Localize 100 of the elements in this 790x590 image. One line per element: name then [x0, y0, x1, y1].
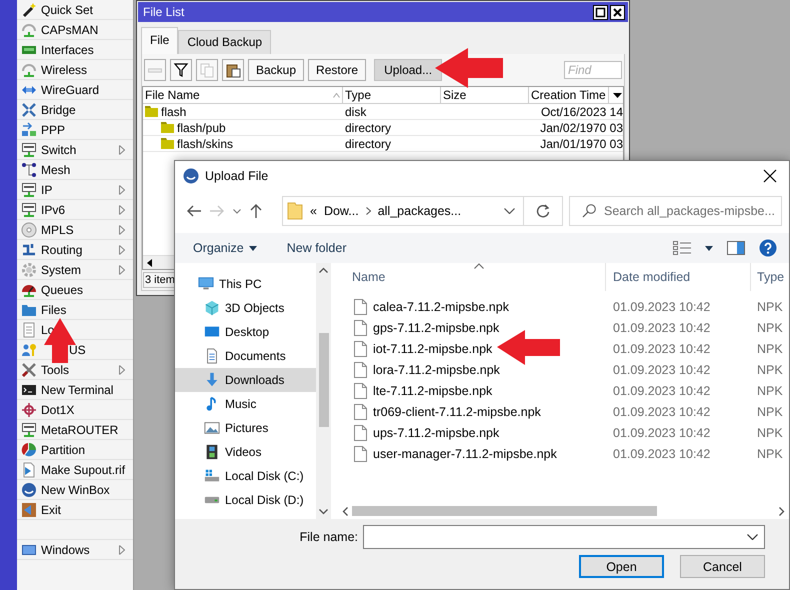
- file-name[interactable]: gps-7.11.2-mipsbe.npk: [373, 320, 500, 334]
- file-name[interactable]: tr069-client-7.11.2-mipsbe.npk: [373, 404, 541, 418]
- menu-item[interactable]: Windows: [17, 540, 133, 560]
- nav-item[interactable]: Local Disk (C:): [175, 464, 316, 488]
- file-name[interactable]: user-manager-7.11.2-mipsbe.npk: [373, 446, 557, 460]
- scroll-thumb[interactable]: [352, 506, 657, 516]
- user-key-icon: [21, 342, 37, 358]
- menu-item[interactable]: MetaROUTER: [17, 420, 133, 440]
- folder-icon: [287, 202, 303, 220]
- menu-item[interactable]: Switch: [17, 140, 133, 160]
- sort-caret-icon: [474, 263, 484, 269]
- file-name: flash/pub: [177, 120, 226, 134]
- file-icon: [354, 320, 367, 336]
- tab[interactable]: File: [141, 27, 178, 54]
- date-text: 01.09.2023 10:42: [612, 300, 712, 314]
- dropdown-chevron-icon[interactable]: [747, 534, 758, 540]
- close-icon[interactable]: [763, 169, 777, 183]
- file-icon: [354, 404, 367, 420]
- table-cell-text: directory: [344, 120, 392, 134]
- file-icon: [354, 382, 367, 398]
- caret-icon[interactable]: [705, 246, 713, 250]
- file-name[interactable]: calea-7.11.2-mipsbe.npk: [373, 300, 509, 314]
- menu-item[interactable]: Bridge: [17, 100, 133, 120]
- menu-item[interactable]: Wireless: [17, 60, 133, 80]
- preview-pane-icon[interactable]: [727, 241, 745, 255]
- dialog-button[interactable]: Cancel: [680, 555, 765, 578]
- nav-item[interactable]: Desktop: [175, 320, 316, 344]
- toolbar-button[interactable]: Upload...: [374, 59, 442, 81]
- menu-item[interactable]: Files: [17, 300, 133, 320]
- close-button[interactable]: [610, 4, 625, 20]
- menu-item[interactable]: Interfaces: [17, 40, 133, 60]
- paste-button[interactable]: [222, 59, 244, 81]
- menu-item[interactable]: Exit: [17, 500, 133, 520]
- refresh-icon[interactable]: [536, 204, 550, 218]
- nav-item[interactable]: 3D Objects: [175, 296, 316, 320]
- up-arrow-icon[interactable]: [250, 204, 262, 218]
- file-icon: [354, 362, 367, 378]
- menu-item[interactable]: New WinBox: [17, 480, 133, 500]
- submenu-arrow-icon: [119, 184, 125, 194]
- date-text: 01.09.2023 10:42: [612, 362, 712, 376]
- toolbar-button[interactable]: New folder: [286, 241, 346, 255]
- submenu-arrow-icon: [119, 544, 125, 554]
- column-header[interactable]: File Name: [143, 87, 343, 103]
- file-name[interactable]: iot-7.11.2-mipsbe.npk: [373, 342, 492, 356]
- help-icon[interactable]: [759, 239, 777, 257]
- menu-item[interactable]: Dot1X: [17, 400, 133, 420]
- find-field[interactable]: Find: [564, 61, 622, 79]
- file-name[interactable]: ups-7.11.2-mipsbe.npk: [373, 426, 500, 440]
- menu-item[interactable]: PPP: [17, 120, 133, 140]
- dropdown-chevron-icon[interactable]: [504, 208, 515, 214]
- dialog-button[interactable]: Open: [579, 555, 664, 578]
- file-name-field[interactable]: [363, 525, 765, 549]
- file-name[interactable]: lte-7.11.2-mipsbe.npk: [373, 384, 492, 398]
- scrollbar[interactable]: [316, 263, 331, 519]
- nav-item[interactable]: Documents: [175, 344, 316, 368]
- path-segment[interactable]: all_packages...: [378, 204, 462, 218]
- scroll-left-icon[interactable]: [342, 506, 348, 516]
- toolbar-button[interactable]: Backup: [248, 59, 304, 81]
- menu-item[interactable]: New Terminal: [17, 380, 133, 400]
- address-bar[interactable]: « Dow... all_packages...: [282, 196, 563, 226]
- nav-item[interactable]: Videos: [175, 440, 316, 464]
- maximize-button[interactable]: [593, 4, 608, 20]
- column-header[interactable]: Type: [343, 87, 441, 103]
- menu-item[interactable]: IPv6: [17, 200, 133, 220]
- column-header[interactable]: Creation Time: [529, 87, 609, 103]
- menu-item[interactable]: Partition: [17, 440, 133, 460]
- nav-item[interactable]: Local Disk (D:): [175, 488, 316, 512]
- toolbar-button[interactable]: Organize: [193, 241, 257, 255]
- menu-item[interactable]: MPLS: [17, 220, 133, 240]
- menu-item[interactable]: Mesh: [17, 160, 133, 180]
- view-list-icon[interactable]: [673, 241, 691, 255]
- menu-item[interactable]: IP: [17, 180, 133, 200]
- file-name[interactable]: lora-7.11.2-mipsbe.npk: [373, 362, 500, 376]
- search-field[interactable]: Search all_packages-mipsbe...: [569, 196, 782, 226]
- path-segment[interactable]: Dow...: [324, 204, 359, 218]
- menu-item[interactable]: CAPsMAN: [17, 20, 133, 40]
- menu-item[interactable]: Routing: [17, 240, 133, 260]
- dropdown-arrow-icon[interactable]: [612, 92, 622, 98]
- nav-item[interactable]: Music: [175, 392, 316, 416]
- scroll-right-icon[interactable]: [779, 506, 785, 516]
- menu-item[interactable]: Queues: [17, 280, 133, 300]
- scroll-up-icon[interactable]: [319, 267, 328, 273]
- scroll-down-icon[interactable]: [319, 509, 328, 515]
- scroll-thumb[interactable]: [318, 333, 328, 427]
- menu-item[interactable]: Quick Set: [17, 0, 133, 20]
- column-header[interactable]: Date modified: [606, 263, 751, 291]
- nav-item[interactable]: This PC: [175, 272, 316, 296]
- menu-item[interactable]: Make Supout.rif: [17, 460, 133, 480]
- column-header[interactable]: Type: [751, 263, 789, 291]
- nav-item[interactable]: Downloads: [175, 368, 316, 392]
- toolbar-button[interactable]: Restore: [308, 59, 366, 81]
- nav-item[interactable]: Pictures: [175, 416, 316, 440]
- menu-item[interactable]: WireGuard: [17, 80, 133, 100]
- filter-button[interactable]: [170, 59, 192, 81]
- path-overflow[interactable]: «: [310, 204, 317, 218]
- column-header[interactable]: Name: [334, 263, 606, 291]
- column-header[interactable]: Size: [441, 87, 529, 103]
- back-arrow-icon[interactable]: [187, 205, 201, 217]
- tab[interactable]: Cloud Backup: [178, 30, 272, 54]
- menu-item[interactable]: System: [17, 260, 133, 280]
